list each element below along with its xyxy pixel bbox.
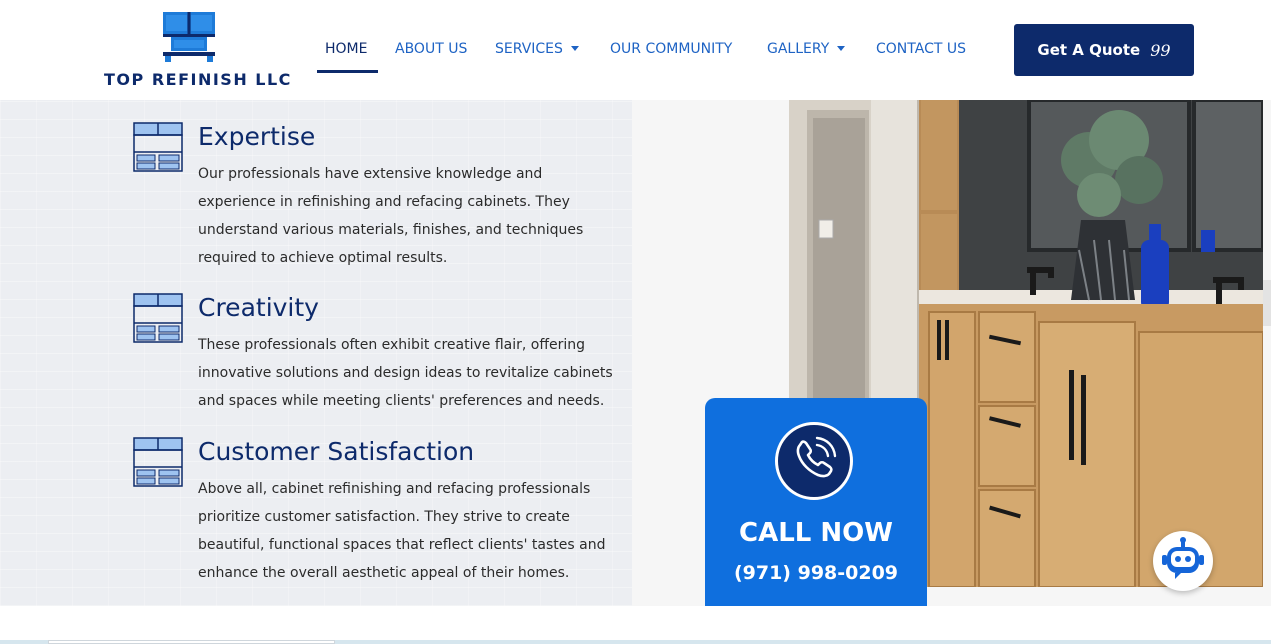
nav-item-label: GALLERY [767,41,830,57]
feature-text: These professionals often exhibit creati… [198,337,613,409]
robot-chat-icon [1162,537,1204,579]
nav-item-home[interactable]: HOME [325,41,367,57]
nav-item-about-us[interactable]: ABOUT US [395,41,467,57]
nav-item-label: CONTACT US [876,41,966,57]
brand-name: TOP REFINISH LLC [104,70,292,89]
chevron-down-icon [570,45,579,51]
call-phone-number[interactable]: (971) 998-0209 [705,562,927,584]
phone-call-icon [775,422,853,500]
scrollbar-thumb[interactable] [1263,280,1271,326]
feature-expertise: Expertise Our professionals have extensi… [133,122,623,272]
site-header: TOP REFINISH LLC HOME ABOUT US SERVICES … [0,0,1271,100]
nav-item-contact-us[interactable]: CONTACT US [876,41,966,57]
bottom-field[interactable] [48,640,335,644]
feature-title: Customer Satisfaction [198,437,475,466]
feature-text: Above all, cabinet refinishing and refac… [198,481,606,581]
feature-title: Expertise [198,122,316,151]
quote-icon: 99 [1150,40,1171,60]
site-logo[interactable]: TOP REFINISH LLC [104,12,292,92]
cabinet-icon [133,437,183,487]
cabinet-icon [133,293,183,343]
call-now-title: CALL NOW [739,518,893,548]
nav-item-gallery[interactable]: GALLERY [767,41,846,57]
call-now-card[interactable]: CALL NOW (971) 998-0209 [705,398,927,608]
feature-creativity: Creativity These professionals often exh… [133,293,623,423]
feature-customer-satisfaction: Customer Satisfaction Above all, cabinet… [133,437,623,587]
cabinet-icon [133,122,183,172]
nav-item-label: SERVICES [495,41,563,57]
nav-item-label: HOME [325,41,368,57]
chevron-down-icon [837,45,846,51]
get-a-quote-button[interactable]: Get A Quote 99 [1014,24,1194,76]
bottom-section [0,606,1271,644]
cabinet-window-icon [163,12,215,62]
feature-title: Creativity [198,293,319,322]
nav-item-our-community[interactable]: OUR COMMUNITY [610,41,732,57]
nav-item-label: OUR COMMUNITY [610,41,733,57]
nav-item-label: ABOUT US [395,41,468,57]
nav-item-services[interactable]: SERVICES [495,41,579,57]
get-a-quote-label: Get A Quote [1037,41,1141,59]
nav-active-underline [317,70,378,73]
feature-text: Our professionals have extensive knowled… [198,166,584,266]
chatbot-button[interactable] [1153,531,1213,591]
